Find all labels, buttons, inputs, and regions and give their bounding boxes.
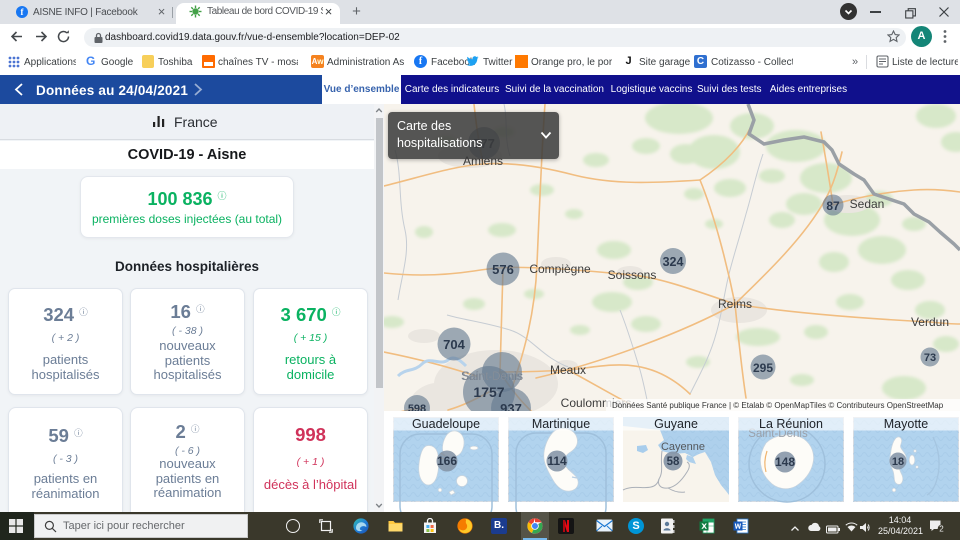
svg-text:704: 704 [443,337,465,352]
svg-text:148: 148 [775,455,795,469]
svg-text:324: 324 [663,255,684,269]
svg-text:1757: 1757 [473,384,504,400]
svg-text:La Réunion: La Réunion [759,417,823,431]
svg-text:2: 2 [939,524,944,533]
svg-text:576: 576 [492,262,514,277]
svg-text:Meaux: Meaux [550,363,586,377]
svg-text:Guadeloupe: Guadeloupe [412,417,480,431]
svg-text:166: 166 [437,454,457,468]
svg-text:114: 114 [547,454,567,468]
svg-text:Reims: Reims [718,297,752,311]
svg-text:Soissons: Soissons [608,268,657,282]
svg-text:Verdun: Verdun [911,315,949,329]
svg-text:87: 87 [826,199,840,213]
svg-text:Données Santé publique France: Données Santé publique France | © Etalab… [612,401,944,410]
svg-text:18: 18 [892,456,904,468]
svg-text:Guyane: Guyane [654,417,698,431]
svg-text:73: 73 [924,352,936,364]
svg-text:58: 58 [667,456,680,468]
svg-text:Sedan: Sedan [850,197,885,211]
svg-text:295: 295 [753,361,773,375]
svg-text:Martinique: Martinique [532,417,590,431]
svg-text:Compiègne: Compiègne [529,262,591,276]
svg-text:Mayotte: Mayotte [884,417,929,431]
svg-text:Cayenne: Cayenne [661,441,705,453]
svg-text:Saint-Denis: Saint-Denis [462,371,522,383]
